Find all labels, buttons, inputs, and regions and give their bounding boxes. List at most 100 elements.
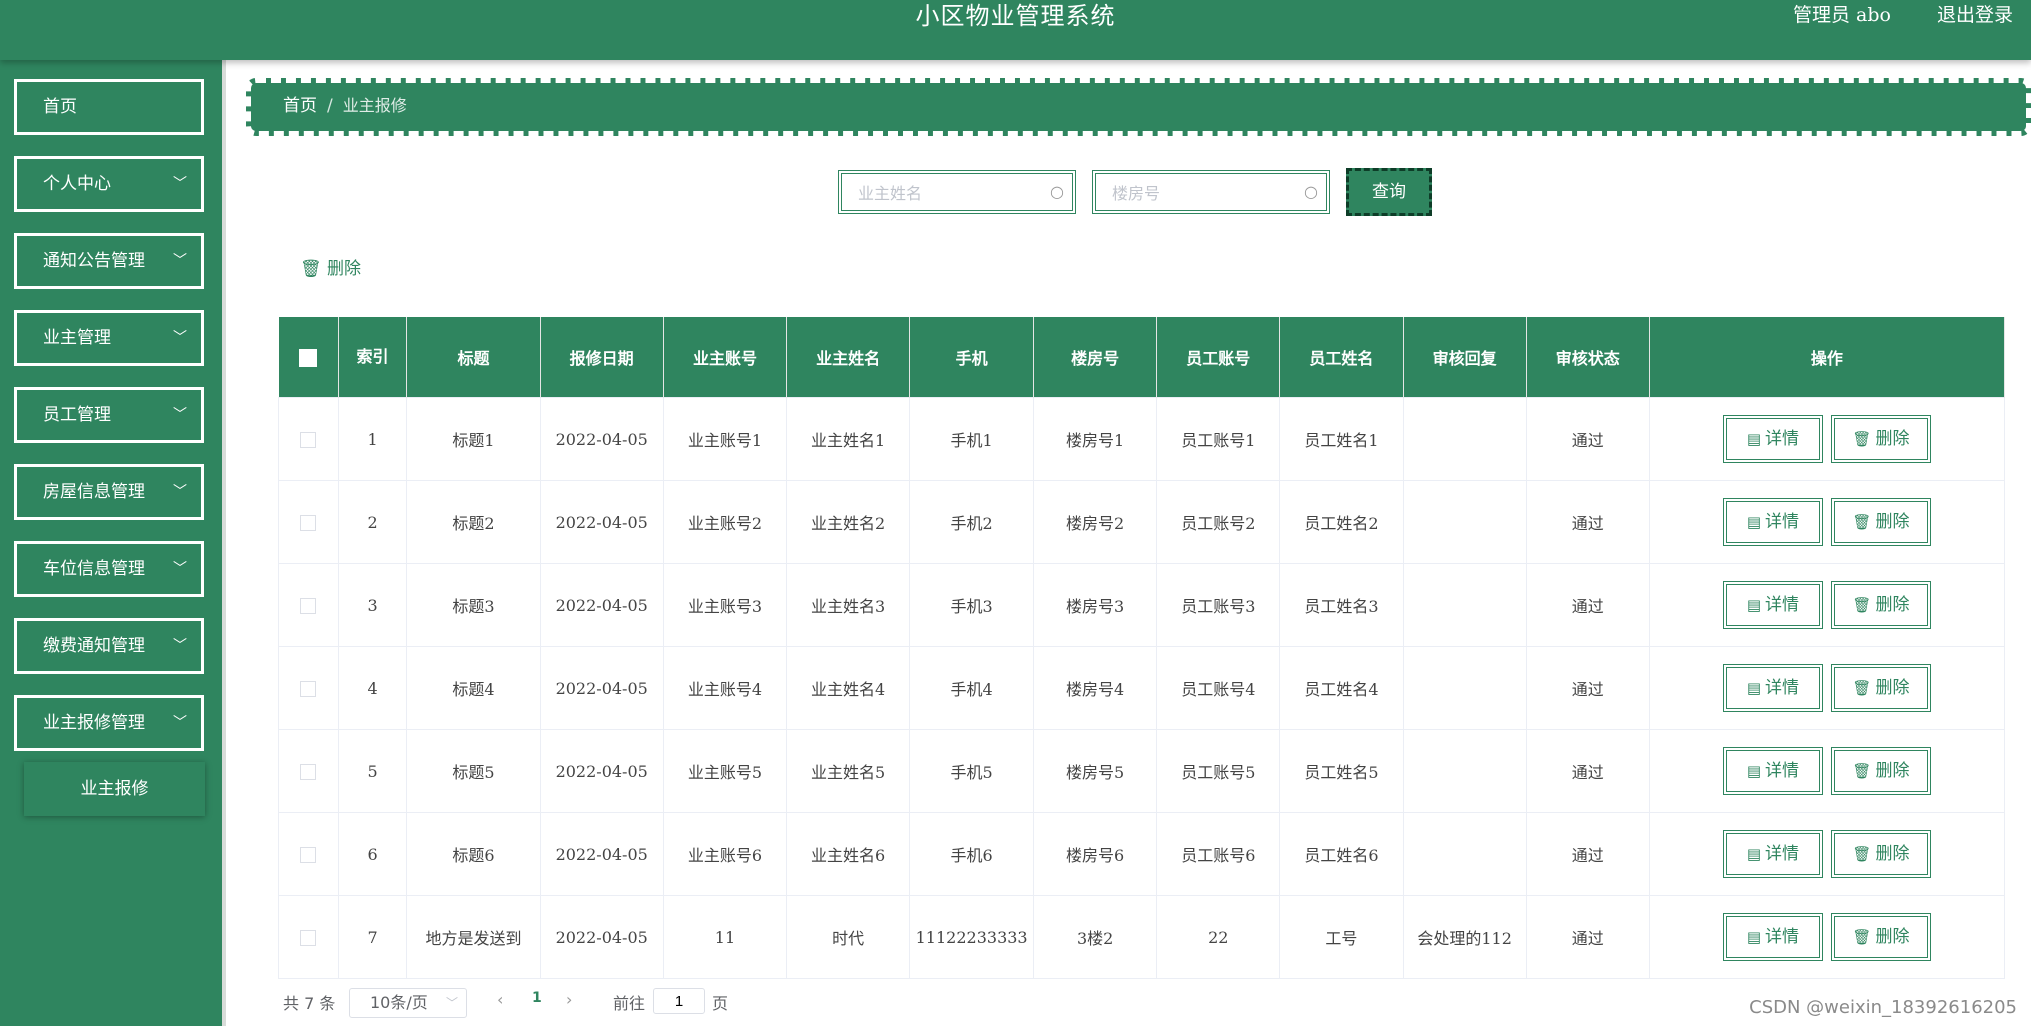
detail-button[interactable]: ▤ 详情 [1722,498,1823,546]
owner-name-input[interactable] [856,175,1050,211]
table-cell: 楼房号4 [1033,646,1158,730]
delete-button-label: 删除 [1875,844,1910,864]
table-cell [1402,729,1527,813]
query-button[interactable]: 查询 [1346,168,1432,216]
table-cell: 业主姓名1 [786,397,911,481]
row-checkbox[interactable] [300,515,317,531]
repair-table: 索引 标题 报修日期 业主账号 业主姓名 手机 楼房号 员工账号 员工姓名 审核… [278,317,2006,979]
prev-page-icon[interactable]: ‹ [497,990,503,1009]
column-header: 业主姓名 [786,317,911,398]
search-icon: ○ [1304,182,1318,201]
sidebar-item-label: 业主管理 [43,328,111,348]
row-checkbox[interactable] [300,764,317,780]
chevron-down-icon: ﹀ [173,715,187,731]
row-select-cell [278,895,339,979]
sidebar-item-house-management[interactable]: 房屋信息管理 ﹀ [14,464,204,520]
sidebar-item-label: 缴费通知管理 [43,636,145,656]
row-checkbox[interactable] [300,598,317,614]
column-header: 索引 [338,317,408,398]
chevron-down-icon: ﹀ [173,407,187,423]
watermark: CSDN @weixin_18392616205 [1749,997,2017,1018]
goto-suffix: 页 [712,994,729,1013]
top-bar: 小区物业管理系统 管理员 abo 退出登录 [0,0,2031,60]
delete-button[interactable]: 🗑 删除 [1830,747,1931,795]
table-cell: 通过 [1525,646,1650,730]
delete-button[interactable]: 🗑 删除 [1830,913,1931,961]
column-header: 员工账号 [1156,317,1281,398]
table-cell: 通过 [1525,480,1650,564]
detail-button[interactable]: ▤ 详情 [1722,830,1823,878]
trash-icon: 🗑 [1852,430,1872,448]
table-cell: 标题5 [406,729,541,813]
sidebar-item-notice-management[interactable]: 通知公告管理 ﹀ [14,233,204,289]
sidebar-subitem-owner-repair[interactable]: 业主报修 [24,762,205,816]
table-cell: 2022-04-05 [539,563,664,647]
chevron-down-icon: ﹀ [173,561,187,577]
detail-button-label: 详情 [1765,844,1800,864]
table-cell: 通过 [1525,812,1650,896]
delete-button[interactable]: 🗑 删除 [1830,664,1931,712]
document-icon: ▤ [1746,762,1762,780]
sidebar-item-payment-notice[interactable]: 缴费通知管理 ﹀ [14,618,204,674]
detail-button[interactable]: ▤ 详情 [1722,747,1823,795]
building-input[interactable] [1110,175,1304,211]
user-label: 管理员 abo [1793,4,1891,26]
delete-button[interactable]: 🗑 删除 [1830,830,1931,878]
delete-button[interactable]: 🗑 删除 [1830,415,1931,463]
table-cell: 员工姓名3 [1279,563,1404,647]
logout-link[interactable]: 退出登录 [1937,0,2013,27]
detail-button[interactable]: ▤ 详情 [1722,913,1823,961]
detail-button-label: 详情 [1765,927,1800,947]
delete-button-label: 删除 [1875,927,1910,947]
page-size-select[interactable]: 10条/页 ﹀ [349,988,467,1018]
table-cell: 员工姓名1 [1279,397,1404,481]
sidebar-item-repair-management[interactable]: 业主报修管理 ﹀ [14,695,204,751]
page-number[interactable]: 1 [532,990,542,1006]
table-cell: 手机2 [909,480,1035,564]
sidebar-item-home[interactable]: 首页 [14,79,204,135]
trash-icon: 🗑 [1852,596,1872,614]
sidebar-item-label: 房屋信息管理 [43,482,145,502]
row-actions: ▤ 详情 🗑 删除 [1648,729,2006,813]
row-checkbox[interactable] [300,432,317,448]
goto-page-input[interactable] [653,988,705,1014]
table-cell: 业主姓名6 [786,812,911,896]
delete-button[interactable]: 🗑 删除 [1830,498,1931,546]
next-page-icon[interactable]: › [566,990,572,1009]
table-cell: 业主账号4 [662,646,788,730]
table-row: 6 标题6 2022-04-05 业主账号6 业主姓名6 手机6 楼房号6 员工账号6 员工姓名… [278,812,2006,896]
sidebar-item-parking-management[interactable]: 车位信息管理 ﹀ [14,541,204,597]
table-cell: 楼房号2 [1033,480,1158,564]
table-cell: 2022-04-05 [539,397,664,481]
table-cell: 手机1 [909,397,1035,481]
detail-button[interactable]: ▤ 详情 [1722,415,1823,463]
detail-button[interactable]: ▤ 详情 [1722,664,1823,712]
table-cell [1402,812,1527,896]
table-cell: 手机3 [909,563,1035,647]
document-icon: ▤ [1746,430,1762,448]
table-cell: 楼房号6 [1033,812,1158,896]
sidebar-item-owner-management[interactable]: 业主管理 ﹀ [14,310,204,366]
trash-icon: 🗑 [1852,679,1872,697]
delete-button[interactable]: 🗑 删除 [1830,581,1931,629]
bulk-delete-button[interactable]: 🗑 删除 [300,254,361,279]
detail-button-label: 详情 [1765,512,1800,532]
table-cell: 2022-04-05 [539,646,664,730]
sidebar-item-personal-center[interactable]: 个人中心 ﹀ [14,156,204,212]
table-cell: 业主账号3 [662,563,788,647]
row-checkbox[interactable] [300,930,317,946]
bulk-delete-label: 删除 [327,259,361,279]
delete-button-label: 删除 [1875,595,1910,615]
row-checkbox[interactable] [300,681,317,697]
sidebar-item-staff-management[interactable]: 员工管理 ﹀ [14,387,204,443]
table-cell: 业主账号6 [662,812,788,896]
select-all-checkbox[interactable] [299,348,318,367]
breadcrumb-home[interactable]: 首页 [283,96,317,116]
table-cell: 业主账号5 [662,729,788,813]
detail-button[interactable]: ▤ 详情 [1722,581,1823,629]
column-header: 标题 [406,317,541,398]
table-cell: 员工账号6 [1156,812,1281,896]
table-cell: 22 [1156,895,1281,979]
table-cell: 标题2 [406,480,541,564]
row-checkbox[interactable] [300,847,317,863]
